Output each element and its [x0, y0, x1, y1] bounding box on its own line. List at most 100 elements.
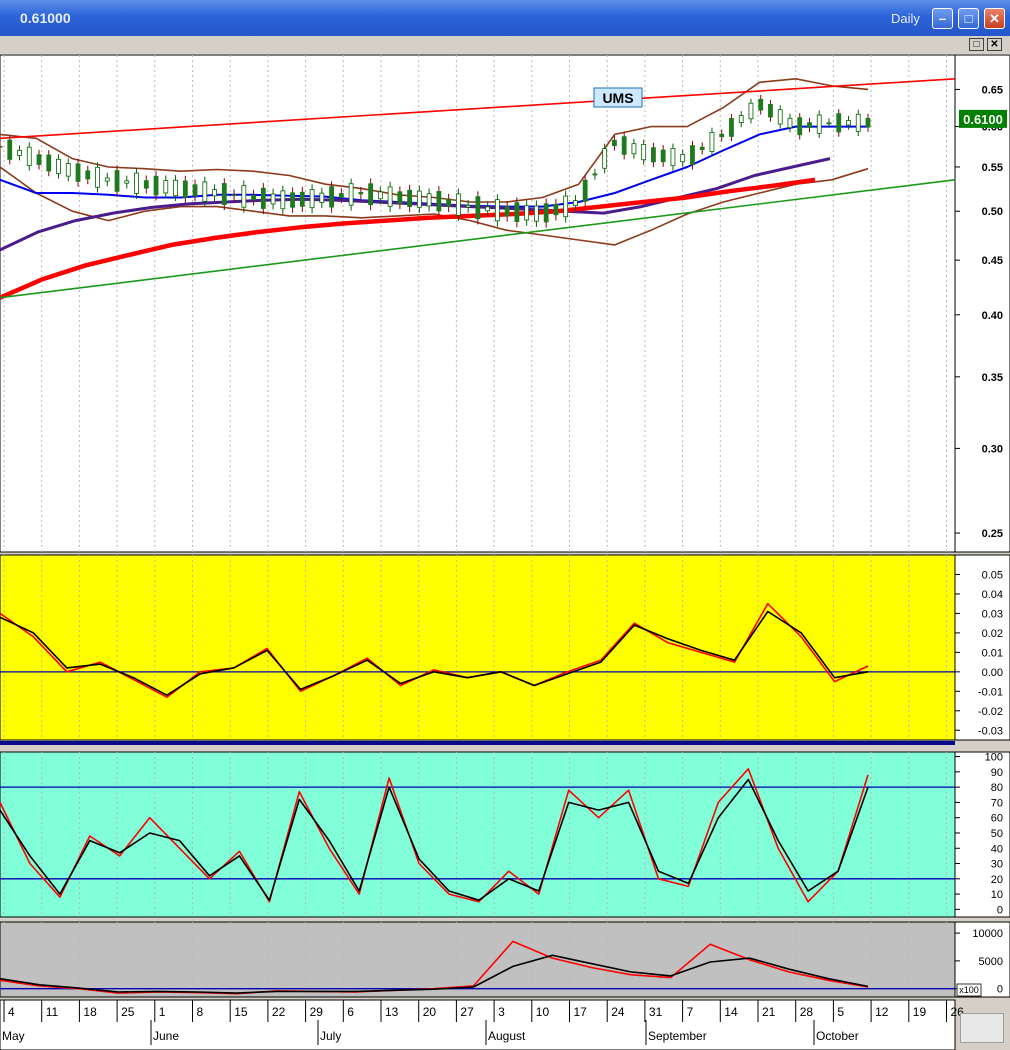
- maximize-icon: □: [964, 11, 973, 26]
- x-tick-label: 6: [347, 1005, 354, 1019]
- y-tick-label: 0.05: [982, 569, 1003, 581]
- candle-body: [709, 131, 715, 152]
- price-panel[interactable]: 0.650.600.550.500.450.400.350.300.25UMS0…: [0, 55, 1010, 553]
- candle-body: [592, 173, 598, 176]
- candle-body: [660, 149, 666, 163]
- candle-body: [17, 150, 22, 156]
- candle-body: [465, 204, 471, 208]
- candle-body: [826, 122, 832, 125]
- candle-body: [807, 122, 812, 128]
- candle-body: [358, 191, 364, 195]
- scale-label: x100: [959, 985, 979, 995]
- chart-title: UMS: [602, 90, 633, 106]
- candle-body: [621, 136, 627, 155]
- candle-body: [75, 163, 81, 182]
- panel-separator: [0, 741, 955, 745]
- candle-body: [26, 146, 32, 166]
- candle-body: [758, 98, 764, 111]
- candle-body: [348, 183, 354, 206]
- candle-body: [329, 186, 334, 208]
- candle-body: [290, 192, 295, 208]
- candle-body: [143, 180, 149, 189]
- close-icon: ✕: [990, 39, 999, 50]
- y-tick-label: 70: [991, 797, 1003, 809]
- restore-icon: □: [973, 39, 980, 50]
- candle-body: [280, 190, 286, 210]
- y-tick-label: 0: [997, 984, 1003, 996]
- candle-body: [36, 154, 42, 165]
- y-tick-label: 0.65: [982, 84, 1003, 96]
- y-tick-label: 50: [991, 828, 1003, 840]
- candle-body: [114, 170, 120, 192]
- window-titlebar[interactable]: 0.61000 Daily – □ ✕: [0, 0, 1010, 36]
- candle-body: [134, 172, 139, 194]
- x-tick-label: 19: [913, 1005, 927, 1019]
- month-label: October: [816, 1029, 859, 1043]
- y-tick-label: 90: [991, 767, 1003, 779]
- candle-body: [729, 118, 734, 137]
- candle-body: [260, 187, 266, 209]
- month-label: September: [648, 1029, 707, 1043]
- candle-body: [241, 185, 247, 208]
- x-tick-label: 24: [611, 1005, 625, 1019]
- candle-body: [768, 103, 773, 118]
- candle-body: [7, 139, 13, 160]
- candle-body: [182, 180, 188, 198]
- y-tick-label: 5000: [979, 956, 1003, 968]
- candle-body: [855, 113, 861, 132]
- window-title: 0.61000: [20, 10, 71, 26]
- candle-body: [777, 109, 783, 125]
- last-price-label: 0.6100: [963, 112, 1003, 127]
- candle-body: [719, 133, 725, 138]
- candle-body: [514, 202, 520, 222]
- candle-body: [787, 117, 793, 129]
- y-tick-label: 0.04: [982, 589, 1003, 601]
- x-tick-label: 11: [46, 1005, 59, 1019]
- y-tick-label: 0.00: [982, 667, 1003, 679]
- candle-body: [387, 186, 393, 207]
- y-tick-label: 0.01: [982, 647, 1003, 659]
- x-tick-label: 7: [687, 1005, 694, 1019]
- x-tick-label: 13: [385, 1005, 399, 1019]
- mdi-close-button[interactable]: ✕: [987, 38, 1002, 51]
- period-label: Daily: [891, 11, 920, 26]
- candle-body: [202, 181, 208, 202]
- x-tick-label: 14: [724, 1005, 738, 1019]
- oscillator-panel[interactable]: 0.05 0.04 0.03 0.02 0.01 0.00 -0.01 -0.02 -0.03: [0, 554, 1010, 745]
- candle-body: [680, 154, 686, 163]
- candle-body: [602, 148, 608, 169]
- month-label: June: [153, 1029, 179, 1043]
- y-tick-label: -0.03: [978, 725, 1003, 737]
- candle-body: [748, 102, 754, 120]
- close-button[interactable]: ✕: [984, 8, 1005, 29]
- candle-body: [670, 148, 676, 167]
- x-tick-label: 3: [498, 1005, 505, 1019]
- candle-body: [836, 113, 842, 133]
- x-tick-label: 1: [159, 1005, 166, 1019]
- x-tick-label: 21: [762, 1005, 776, 1019]
- x-tick-label: 31: [649, 1005, 663, 1019]
- candle-body: [485, 206, 491, 212]
- y-tick-label: 0.35: [982, 372, 1003, 384]
- restore-button[interactable]: □: [969, 38, 984, 51]
- y-tick-label: 0: [997, 904, 1003, 916]
- candle-body: [582, 179, 588, 202]
- candle-body: [377, 191, 383, 200]
- minimize-button[interactable]: –: [932, 8, 953, 29]
- month-label: May: [2, 1029, 25, 1043]
- y-tick-label: -0.01: [978, 686, 1003, 698]
- stock-chart[interactable]: 0.650.600.550.500.450.400.350.300.25UMS0…: [0, 55, 1010, 1050]
- maximize-button[interactable]: □: [958, 8, 979, 29]
- candle-body: [563, 195, 569, 218]
- y-tick-label: 0.50: [982, 206, 1003, 218]
- x-tick-label: 28: [800, 1005, 814, 1019]
- candle-body: [65, 163, 71, 177]
- candle-body: [407, 189, 413, 208]
- y-tick-label: 0.40: [982, 310, 1003, 322]
- candle-body: [816, 114, 822, 134]
- candle-body: [534, 205, 539, 222]
- candle-body: [553, 203, 559, 216]
- status-box: [960, 1013, 1004, 1043]
- stochastic-panel[interactable]: 1009080706050403020100: [0, 751, 1010, 918]
- volume-oscillator-panel[interactable]: 10000 5000 0 x100: [0, 921, 1010, 998]
